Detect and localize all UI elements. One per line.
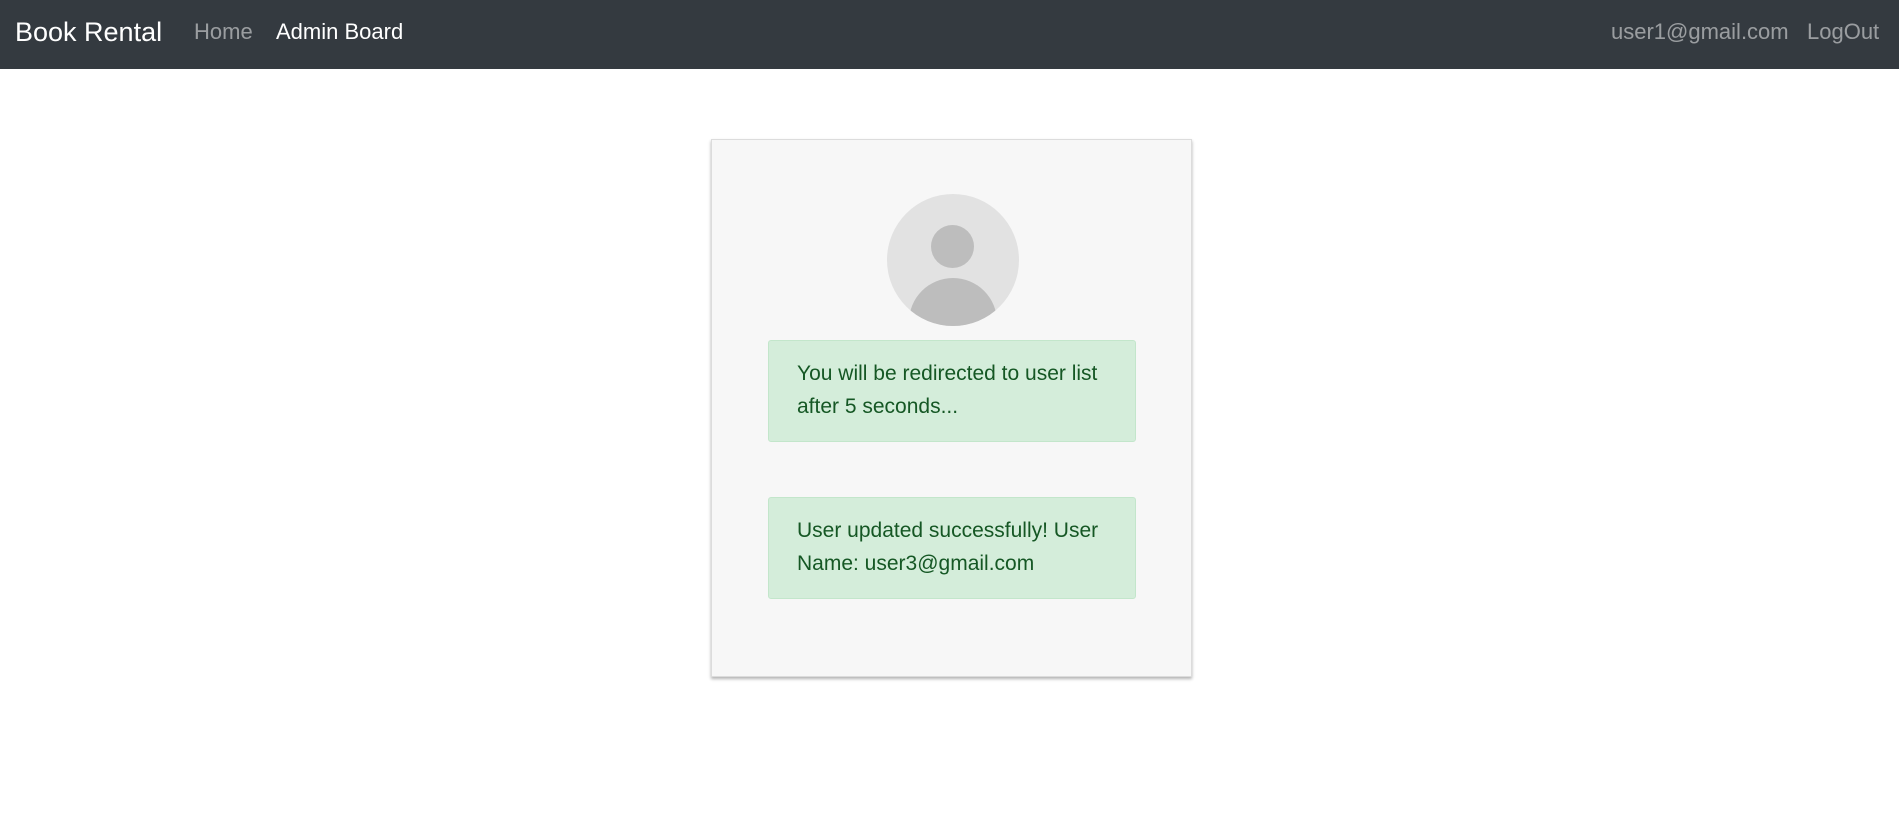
nav-home-link[interactable]: Home (194, 19, 253, 45)
profile-card: You will be redirected to user list afte… (711, 139, 1192, 677)
success-alert: User updated successfully! User Name: us… (768, 497, 1136, 599)
navbar: Book Rental Home Admin Board user1@gmail… (0, 0, 1899, 69)
nav-user-email-link[interactable]: user1@gmail.com (1611, 19, 1789, 45)
nav-logout-link[interactable]: LogOut (1807, 19, 1879, 45)
avatar-body (909, 278, 997, 326)
redirect-alert: You will be redirected to user list afte… (768, 340, 1136, 442)
nav-admin-board-link[interactable]: Admin Board (276, 19, 403, 45)
brand-link[interactable]: Book Rental (15, 16, 162, 48)
user-avatar-icon (887, 194, 1019, 326)
avatar-head (931, 225, 974, 268)
